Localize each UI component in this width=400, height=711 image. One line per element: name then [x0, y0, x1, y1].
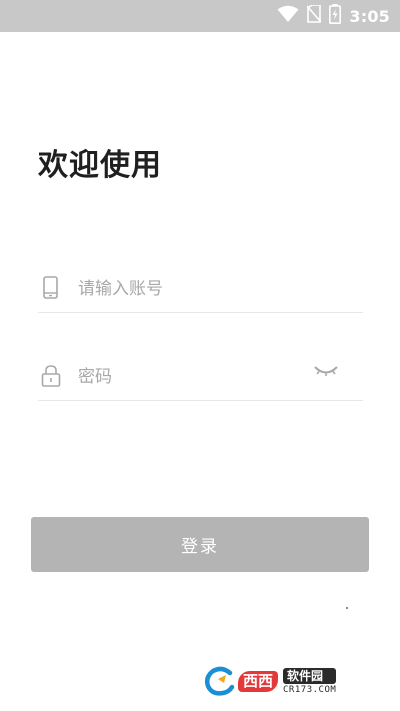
- status-time: 3:05: [349, 6, 390, 26]
- wifi-icon: [277, 5, 299, 27]
- login-button-label: 登录: [181, 537, 219, 557]
- watermark-domain: CR173.COM: [283, 684, 337, 695]
- password-input[interactable]: [78, 362, 328, 392]
- status-icons: 3:05: [277, 0, 390, 32]
- eye-closed-icon[interactable]: [313, 362, 339, 382]
- watermark: 西西 软件园 CR173.COM: [204, 663, 382, 699]
- login-button[interactable]: 登录: [31, 517, 369, 572]
- watermark-text: 软件园 CR173.COM: [283, 667, 337, 695]
- status-bar: 3:05: [0, 0, 400, 32]
- password-input-row: [38, 356, 363, 401]
- watermark-logo-icon: [204, 665, 236, 697]
- phone-icon: [40, 276, 62, 300]
- lock-icon: [40, 364, 62, 388]
- battery-charging-icon: [329, 4, 342, 28]
- watermark-name: 软件园: [283, 667, 337, 684]
- no-sim-icon: [306, 4, 322, 27]
- welcome-title: 欢迎使用: [38, 148, 162, 183]
- decorative-dot: [346, 607, 348, 609]
- account-input-row: [38, 268, 363, 313]
- watermark-brand: 西西: [238, 670, 279, 692]
- account-input[interactable]: [78, 274, 328, 304]
